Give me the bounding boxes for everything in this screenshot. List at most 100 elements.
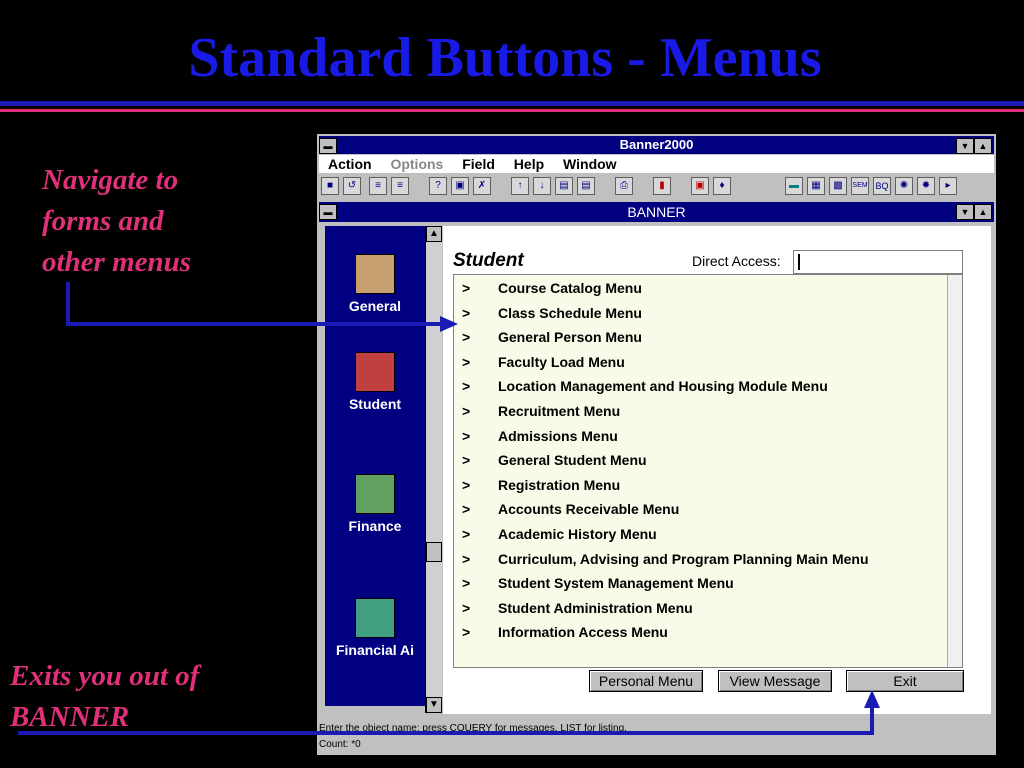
previous-block-icon[interactable]: ▤ [555,177,573,195]
exit-arrow-head [864,690,880,708]
navigation-panel: General Student Finance Financial Ai [325,226,425,706]
view-message-button[interactable]: View Message [718,670,832,692]
menu-item-label: Academic History Menu [498,526,657,542]
scroll-up-icon[interactable]: ▲ [426,226,442,242]
title-rule-pink [0,109,1024,112]
menu-bar: Action Options Field Help Window [319,155,994,173]
menu-item-label: Course Catalog Menu [498,280,642,296]
menu-item-marker: > [462,452,471,469]
menu-item-label: Faculty Load Menu [498,353,625,370]
menu-item-marker: > [462,624,471,641]
student-icon [355,352,395,392]
menu-item-label: Registration Menu [498,476,621,493]
next-record-icon[interactable]: ↓ [533,177,551,195]
menu-field[interactable]: Field [462,156,495,172]
menu-item-label: Curriculum, Advising and Program Plannin… [498,550,869,567]
direct-access-input[interactable] [793,250,963,274]
direct-access-label: Direct Access: [692,253,781,269]
nav-item-label: General [348,298,402,314]
nav-item-financial-aid[interactable]: Financial Ai [325,598,425,658]
nav-item-student[interactable]: Student [325,352,425,412]
scroll-thumb[interactable] [426,542,442,562]
nav-arrow-horizontal [66,322,440,326]
menu-item-label: Accounts Receivable Menu [498,501,680,518]
menu-item-marker: > [462,329,471,346]
menu-options[interactable]: Options [390,156,443,172]
window-titlebar: ▬ Banner2000 ▼ ▲ [319,136,994,154]
nav-item-label: Student [348,396,402,412]
menu-help[interactable]: Help [514,156,544,172]
nav-item-finance[interactable]: Finance [325,474,425,534]
menu-item-marker: > [462,304,471,321]
menu-list-scrollbar[interactable] [947,275,962,667]
previous-record-icon[interactable]: ↑ [511,177,529,195]
exit-button[interactable]: Exit [846,670,964,692]
settings-icon[interactable]: ✹ [917,177,935,195]
minimize-icon[interactable]: ▼ [956,138,974,154]
menu-item-marker: > [462,501,471,518]
next-block-icon[interactable]: ▤ [577,177,595,195]
menu-item-marker: > [462,550,471,567]
chart-icon[interactable]: ▮ [653,177,671,195]
general-icon [355,254,395,294]
menu-item-label: Student System Management Menu [498,575,734,592]
help-book-icon[interactable]: ▣ [691,177,709,195]
menu-item-marker: > [462,403,471,419]
exit-arrow-vertical [870,708,874,735]
tools-icon[interactable]: ♦ [713,177,731,195]
menu-item-marker: > [462,427,471,444]
record-count: Count: *0 [319,738,994,752]
maximize-icon[interactable]: ▲ [974,138,992,154]
nav-item-label: Finance [348,518,402,534]
print-icon[interactable]: ⎙ [615,177,633,195]
calculator-icon[interactable]: ▦ [807,177,825,195]
keyboard-icon[interactable]: ▬ [785,177,803,195]
inner-maximize-icon[interactable]: ▲ [974,204,992,220]
bq-icon[interactable]: BQ [873,177,891,195]
menu-item-label: Information Access Menu [498,624,668,641]
insert-record-icon[interactable]: ≡ [369,177,387,195]
menu-item-label: Class Schedule Menu [498,304,642,321]
student-menu-form: Student Direct Access: > Course Catalog M… [443,226,991,714]
callout-navigate: Navigate to forms and other menus [42,164,192,278]
exit-arrow-horizontal [18,731,874,735]
window-cascade-icon[interactable]: ▩ [829,177,847,195]
system-menu-icon[interactable]: ▬ [319,138,337,154]
menu-item-label: General Person Menu [498,329,642,346]
menu-item-marker: > [462,353,471,370]
personal-menu-button[interactable]: Personal Menu [589,670,703,692]
enter-query-icon[interactable]: ? [429,177,447,195]
cancel-query-icon[interactable]: ✗ [473,177,491,195]
sem-icon[interactable]: SEM [851,177,869,195]
menu-item-marker: > [462,280,471,296]
menu-item-label: Admissions Menu [498,427,618,444]
execute-query-icon[interactable]: ▣ [451,177,469,195]
callout-exit: Exits you out of BANNER [10,660,200,733]
nav-item-general[interactable]: General [325,254,425,314]
menu-list: > Course Catalog Menu > Class Schedule Menu… [453,274,963,668]
banner-window: ▬ Banner2000 ▼ ▲ Action Options Field He… [316,133,997,756]
menu-window[interactable]: Window [563,156,617,172]
inner-window-title: BANNER [627,204,686,220]
web-icon[interactable]: ✺ [895,177,913,195]
menu-item-marker: > [462,378,471,395]
nav-item-label: Financial Ai [335,642,415,658]
nav-arrow-vertical [66,282,70,326]
menu-item-label: Location Management and Housing Module M… [498,378,828,395]
title-rule-blue [0,101,1024,106]
menu-item-label: Recruitment Menu [498,403,621,419]
menu-action[interactable]: Action [328,156,372,172]
menu-item-label: Student Administration Menu [498,599,693,616]
menu-item-marker: > [462,599,471,616]
scroll-down-icon[interactable]: ▼ [426,697,442,713]
inner-window-titlebar: ▬ BANNER ▼ ▲ [319,202,994,222]
save-icon[interactable]: ■ [321,177,339,195]
financial-aid-icon [355,598,395,638]
inner-system-menu-icon[interactable]: ▬ [319,204,337,220]
rollback-icon[interactable]: ↺ [343,177,361,195]
exit-icon[interactable]: ▸ [939,177,957,195]
inner-minimize-icon[interactable]: ▼ [956,204,974,220]
nav-scrollbar[interactable]: ▲ ▼ [425,226,442,713]
menu-item-label: General Student Menu [498,452,647,469]
delete-record-icon[interactable]: ≡ [391,177,409,195]
